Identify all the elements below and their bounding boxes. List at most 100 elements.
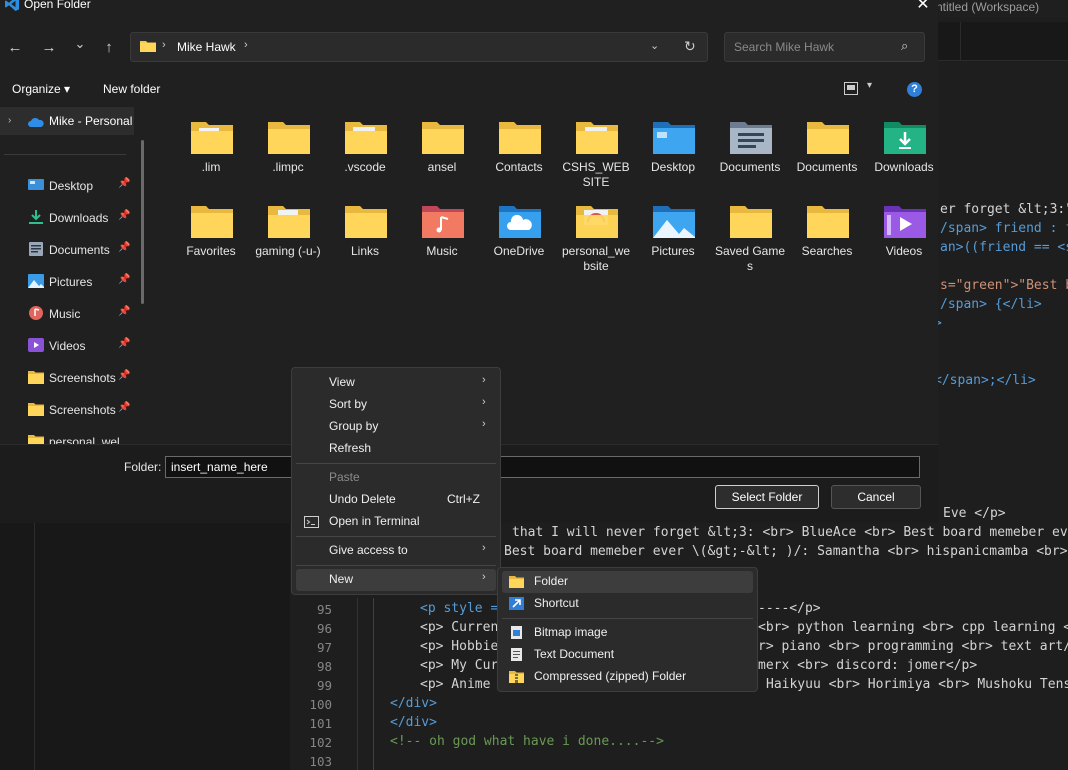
pin-icon[interactable]: 📌 — [118, 370, 130, 381]
forward-button[interactable]: → — [39, 38, 59, 58]
code-line[interactable]: Best board memeber ever \(&gt;-&lt; )/: … — [504, 544, 1068, 559]
folder-item[interactable]: .vscode — [328, 120, 402, 200]
folder-item[interactable]: Videos — [867, 204, 941, 284]
code-line[interactable]: ----</p> — [758, 601, 821, 616]
code-line[interactable]: /span> {</li> — [940, 297, 1042, 312]
folder-item[interactable]: Searches — [790, 204, 864, 284]
sidebar-item-desktop[interactable]: Desktop 📌 — [0, 173, 134, 199]
submenu-item-compressed-folder[interactable]: Compressed (zipped) Folder — [502, 666, 753, 688]
code-line[interactable]: <p> My Cur — [420, 658, 498, 673]
code-line[interactable]: <!-- oh god what have i done....--> — [390, 734, 664, 749]
code-line[interactable]: <p> Anime — [420, 677, 490, 692]
folder-item[interactable]: .lim — [174, 120, 248, 200]
folder-item[interactable]: ansel — [405, 120, 479, 200]
up-button[interactable]: ↑ — [99, 38, 119, 58]
code-line[interactable]: <p> Hobbie — [420, 639, 498, 654]
code-line[interactable]: </div> — [390, 715, 437, 730]
folder-item[interactable]: Links — [328, 204, 402, 284]
code-line[interactable]: Haikyuu <br> Horimiya <br> Mushoku Tens — [766, 677, 1068, 692]
menu-item-group-by[interactable]: Group by › — [296, 416, 496, 438]
pin-icon[interactable]: 📌 — [118, 402, 130, 413]
folder-item[interactable]: .limpc — [251, 120, 325, 200]
submenu-item-bitmap-image[interactable]: Bitmap image — [502, 622, 753, 644]
menu-item-sort-by[interactable]: Sort by › — [296, 394, 496, 416]
code-line[interactable]: an>((friend == <sp — [940, 240, 1068, 255]
submenu-item-folder[interactable]: Folder — [502, 571, 753, 593]
pin-icon[interactable]: 📌 — [118, 338, 130, 349]
submenu-item-text-document[interactable]: Text Document — [502, 644, 753, 666]
view-mode-icon[interactable] — [844, 82, 858, 95]
select-folder-button[interactable]: Select Folder — [715, 485, 819, 509]
cancel-button[interactable]: Cancel — [831, 485, 921, 509]
code-line[interactable]: Eve </p> — [943, 506, 1006, 521]
code-line[interactable]: merx <br> discord: jomer</p> — [758, 658, 977, 673]
folder-item[interactable]: Documents — [713, 120, 787, 200]
code-line[interactable]: er forget &lt;3:" — [940, 202, 1068, 217]
menu-item-give-access-to[interactable]: Give access to › — [296, 540, 496, 562]
help-button[interactable]: ? — [907, 82, 922, 97]
sidebar-item-documents[interactable]: Documents 📌 — [0, 237, 134, 263]
sidebar-item-music[interactable]: Music 📌 — [0, 301, 134, 327]
code-line[interactable]: <br> python learning <br> cpp learning < — [758, 620, 1068, 635]
sidebar-item-label: Pictures — [49, 275, 93, 289]
sidebar-item-downloads[interactable]: Downloads 📌 — [0, 205, 134, 231]
sidebar-item-screenshots[interactable]: Screenshots 📌 — [0, 397, 134, 423]
menu-item-new[interactable]: New › — [296, 569, 496, 591]
folder-item[interactable]: Desktop — [636, 120, 710, 200]
submenu-item-shortcut[interactable]: Shortcut — [502, 593, 753, 615]
chevron-right-icon[interactable]: › — [244, 39, 248, 51]
pin-icon[interactable]: 📌 — [118, 306, 130, 317]
sidebar-item-onedrive-personal[interactable]: › Mike - Personal — [0, 107, 134, 135]
dialog-titlebar[interactable]: Open Folder ✕ — [0, 0, 938, 14]
folder-item[interactable]: personal_website — [559, 204, 633, 284]
folder-item[interactable]: CSHS_WEBSITE — [559, 120, 633, 200]
code-line[interactable]: <p style = — [420, 601, 498, 616]
search-input[interactable]: Search Mike Hawk ⌕ — [724, 32, 925, 62]
nav-pane-scrollbar[interactable] — [141, 140, 144, 304]
folder-item[interactable]: Documents — [790, 120, 864, 200]
menu-item-paste[interactable]: Paste — [296, 467, 496, 489]
address-dropdown-button[interactable]: ⌄ — [650, 39, 659, 52]
folder-item[interactable]: Music — [405, 204, 479, 284]
code-line[interactable]: r> piano <br> programming <br> text art/ — [758, 639, 1068, 654]
folder-name-input[interactable]: insert_name_here — [165, 456, 920, 478]
search-icon[interactable]: ⌕ — [901, 38, 908, 54]
menu-item-refresh[interactable]: Refresh — [296, 438, 496, 460]
view-options-dropdown[interactable]: ▾ — [867, 80, 872, 91]
folder-item[interactable]: Downloads — [867, 120, 941, 200]
folder-item[interactable]: Saved Games — [713, 204, 787, 284]
folder-icon — [499, 122, 541, 154]
vscode-tab-bar[interactable] — [938, 22, 1068, 61]
folder-item[interactable]: Pictures — [636, 204, 710, 284]
folder-item[interactable]: gaming (-u-) — [251, 204, 325, 284]
new-folder-button[interactable]: New folder — [103, 82, 160, 96]
menu-item-undo-delete[interactable]: Undo Delete Ctrl+Z — [296, 489, 496, 511]
sidebar-item-personal-website[interactable]: personal_wel — [0, 429, 134, 444]
chevron-right-icon[interactable]: › — [8, 115, 11, 126]
sidebar-item-pictures[interactable]: Pictures 📌 — [0, 269, 134, 295]
folder-item[interactable]: OneDrive — [482, 204, 556, 284]
code-line[interactable]: s="green">"Best b — [940, 278, 1068, 293]
folder-item[interactable]: Favorites — [174, 204, 248, 284]
sidebar-item-screenshots[interactable]: Screenshots 📌 — [0, 365, 134, 391]
code-line[interactable]: </span>;</li> — [934, 373, 1036, 388]
menu-item-view[interactable]: View › — [296, 372, 496, 394]
pin-icon[interactable]: 📌 — [118, 210, 130, 221]
organize-button[interactable]: Organize ▾ — [12, 82, 70, 96]
folder-item[interactable]: Contacts — [482, 120, 556, 200]
recent-locations-button[interactable]: ⌄ — [70, 34, 90, 54]
code-line[interactable]: <p> Curren — [420, 620, 498, 635]
address-bar[interactable]: › Mike Hawk › ⌄ ↻ — [130, 32, 708, 62]
code-line[interactable]: </div> — [390, 696, 437, 711]
sidebar-item-videos[interactable]: Videos 📌 — [0, 333, 134, 359]
back-button[interactable]: ← — [5, 38, 25, 58]
menu-item-open-in-terminal[interactable]: Open in Terminal — [296, 511, 496, 533]
code-line[interactable]: that I will never forget &lt;3: <br> Blu… — [512, 525, 1068, 540]
pin-icon[interactable]: 📌 — [118, 242, 130, 253]
breadcrumb-location[interactable]: Mike Hawk — [177, 40, 236, 54]
code-line[interactable]: /span> friend : f — [940, 221, 1068, 236]
close-button[interactable]: ✕ — [912, 0, 934, 14]
pin-icon[interactable]: 📌 — [118, 178, 130, 189]
refresh-button[interactable]: ↻ — [684, 38, 696, 55]
pin-icon[interactable]: 📌 — [118, 274, 130, 285]
